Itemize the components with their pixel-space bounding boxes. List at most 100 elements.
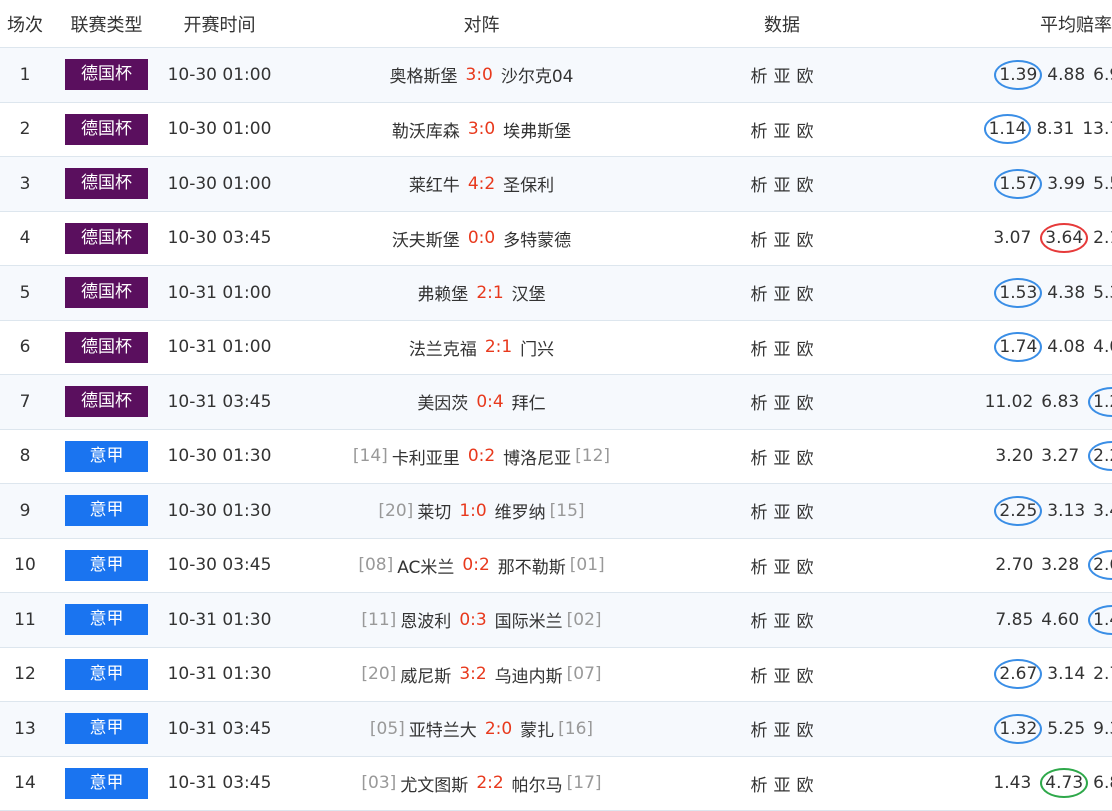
table-row[interactable]: 14 意甲 10-31 03:45 [03] 尤文图斯 2:2 帕尔马 [17] 析亚欧 1.43…	[0, 756, 1112, 811]
asian-odds-link[interactable]: 亚	[774, 612, 791, 632]
asian-odds-link[interactable]: 亚	[774, 503, 791, 523]
away-team[interactable]: 汉堡	[512, 280, 546, 305]
analysis-link[interactable]: 析	[751, 503, 768, 523]
euro-odds-link[interactable]: 欧	[797, 776, 814, 796]
match-score[interactable]: 0:2	[468, 446, 495, 466]
odd-value[interactable]: 6.99	[1092, 60, 1112, 90]
euro-odds-link[interactable]: 欧	[797, 285, 814, 305]
odd-value[interactable]: 2.70	[994, 550, 1034, 580]
odd-value[interactable]: 5.25	[1046, 714, 1086, 744]
odd-value[interactable]: 4.88	[1046, 60, 1086, 90]
odd-value[interactable]: 2.64	[1088, 550, 1112, 581]
analysis-link[interactable]: 析	[751, 667, 768, 687]
away-team[interactable]: 沙尔克04	[501, 62, 574, 87]
asian-odds-link[interactable]: 亚	[774, 667, 791, 687]
league-badge[interactable]: 德国杯	[65, 168, 148, 200]
league-badge[interactable]: 意甲	[65, 440, 148, 472]
odd-value[interactable]: 3.20	[994, 441, 1034, 471]
table-row[interactable]: 4 德国杯 10-30 03:45 沃夫斯堡 0:0 多特蒙德 析亚欧 3.07 3.642.1…	[0, 211, 1112, 266]
home-team[interactable]: 勒沃库森	[392, 117, 460, 142]
table-row[interactable]: 6 德国杯 10-31 01:00 法兰克福 2:1 门兴 析亚欧 1.744.08 4.01	[0, 320, 1112, 375]
euro-odds-link[interactable]: 欧	[797, 340, 814, 360]
asian-odds-link[interactable]: 亚	[774, 721, 791, 741]
odd-value[interactable]: 1.41	[1088, 604, 1112, 635]
match-score[interactable]: 3:2	[459, 664, 486, 684]
table-row[interactable]: 2 德国杯 10-30 01:00 勒沃库森 3:0 埃弗斯堡析亚欧 1.14 8.31 13.…	[0, 102, 1112, 157]
odd-value[interactable]: 11.02	[984, 387, 1035, 417]
away-team[interactable]: 博洛尼亚	[503, 444, 571, 469]
table-row[interactable]: 12 意甲 10-31 01:30 [20] 威尼斯 3:2 乌迪内斯 [07] 析亚欧 2.67…	[0, 647, 1112, 702]
away-team[interactable]: 埃弗斯堡	[503, 117, 571, 142]
odd-value[interactable]: 3.07	[992, 223, 1032, 253]
odd-value[interactable]: 4.38	[1046, 278, 1086, 308]
home-team[interactable]: 威尼斯	[400, 662, 451, 687]
home-team[interactable]: 卡利亚里	[392, 444, 460, 469]
match-score[interactable]: 0:0	[468, 228, 495, 248]
euro-odds-link[interactable]: 欧	[797, 231, 814, 251]
euro-odds-link[interactable]: 欧	[797, 721, 814, 741]
home-team[interactable]: 莱切	[417, 498, 451, 523]
league-badge[interactable]: 意甲	[65, 713, 148, 745]
match-score[interactable]: 0:4	[476, 392, 503, 412]
home-team[interactable]: 沃夫斯堡	[392, 226, 460, 251]
asian-odds-link[interactable]: 亚	[774, 340, 791, 360]
euro-odds-link[interactable]: 欧	[797, 612, 814, 632]
euro-odds-link[interactable]: 欧	[797, 122, 814, 142]
asian-odds-link[interactable]: 亚	[774, 231, 791, 251]
table-row[interactable]: 13 意甲 10-31 03:45 [05] 亚特兰大 2:0 蒙扎 [16] 析亚欧 1.32 5…	[0, 701, 1112, 757]
match-score[interactable]: 3:0	[468, 119, 495, 139]
asian-odds-link[interactable]: 亚	[774, 285, 791, 305]
odd-value[interactable]: 3.43	[1092, 496, 1112, 526]
odd-value[interactable]: 1.74	[994, 332, 1043, 363]
league-badge[interactable]: 德国杯	[65, 59, 148, 91]
away-team[interactable]: 门兴	[520, 335, 554, 360]
analysis-link[interactable]: 析	[751, 449, 768, 469]
match-score[interactable]: 2:1	[485, 337, 512, 357]
table-row[interactable]: 10 意甲 10-30 03:45 [08] AC米兰 0:2 那不勒斯 [01] 析亚欧 2.7…	[0, 538, 1112, 593]
analysis-link[interactable]: 析	[751, 394, 768, 414]
odd-value[interactable]: 9.34	[1092, 714, 1112, 744]
euro-odds-link[interactable]: 欧	[797, 394, 814, 414]
analysis-link[interactable]: 析	[751, 176, 768, 196]
match-score[interactable]: 4:2	[468, 174, 495, 194]
match-score[interactable]: 2:0	[485, 719, 512, 739]
analysis-link[interactable]: 析	[751, 340, 768, 360]
table-row[interactable]: 7 德国杯 10-31 03:45 美因茨 0:4 拜仁 析亚欧 11.026.83 1.20	[0, 374, 1112, 430]
odd-value[interactable]: 4.60	[1040, 605, 1080, 635]
asian-odds-link[interactable]: 亚	[774, 776, 791, 796]
analysis-link[interactable]: 析	[751, 612, 768, 632]
away-team[interactable]: 蒙扎	[520, 716, 554, 741]
away-team[interactable]: 多特蒙德	[503, 226, 571, 251]
odd-value[interactable]: 4.08	[1046, 332, 1086, 362]
analysis-link[interactable]: 析	[751, 285, 768, 305]
odd-value[interactable]: 2.25	[994, 495, 1043, 526]
table-row[interactable]: 9 意甲 10-30 01:30 [20] 莱切 1:0 维罗纳 [15] 析亚欧 2.25 3.1…	[0, 483, 1112, 539]
asian-odds-link[interactable]: 亚	[774, 176, 791, 196]
odd-value[interactable]: 1.32	[994, 713, 1043, 744]
home-team[interactable]: 弗赖堡	[417, 280, 468, 305]
odd-value[interactable]: 3.28	[1040, 550, 1080, 580]
league-badge[interactable]: 意甲	[65, 495, 148, 527]
league-badge[interactable]: 意甲	[65, 767, 148, 799]
analysis-link[interactable]: 析	[751, 721, 768, 741]
odd-value[interactable]: 3.27	[1040, 441, 1080, 471]
home-team[interactable]: 美因茨	[417, 389, 468, 414]
league-badge[interactable]: 意甲	[65, 604, 148, 636]
asian-odds-link[interactable]: 亚	[774, 558, 791, 578]
analysis-link[interactable]: 析	[751, 776, 768, 796]
odd-value[interactable]: 1.57	[994, 168, 1043, 199]
euro-odds-link[interactable]: 欧	[797, 667, 814, 687]
odd-value[interactable]: 1.43	[992, 768, 1032, 798]
odd-value[interactable]: 2.67	[994, 659, 1043, 690]
match-score[interactable]: 2:2	[476, 773, 503, 793]
analysis-link[interactable]: 析	[751, 558, 768, 578]
home-team[interactable]: 法兰克福	[409, 335, 477, 360]
table-row[interactable]: 11 意甲 10-31 01:30 [11] 恩波利 0:3 国际米兰 [02] 析亚欧 7.85…	[0, 592, 1112, 648]
home-team[interactable]: AC米兰	[397, 553, 454, 578]
away-team[interactable]: 拜仁	[512, 389, 546, 414]
euro-odds-link[interactable]: 欧	[797, 558, 814, 578]
odd-value[interactable]: 1.53	[994, 277, 1043, 308]
league-badge[interactable]: 意甲	[65, 549, 148, 581]
odd-value[interactable]: 1.20	[1088, 386, 1112, 417]
analysis-link[interactable]: 析	[751, 122, 768, 142]
